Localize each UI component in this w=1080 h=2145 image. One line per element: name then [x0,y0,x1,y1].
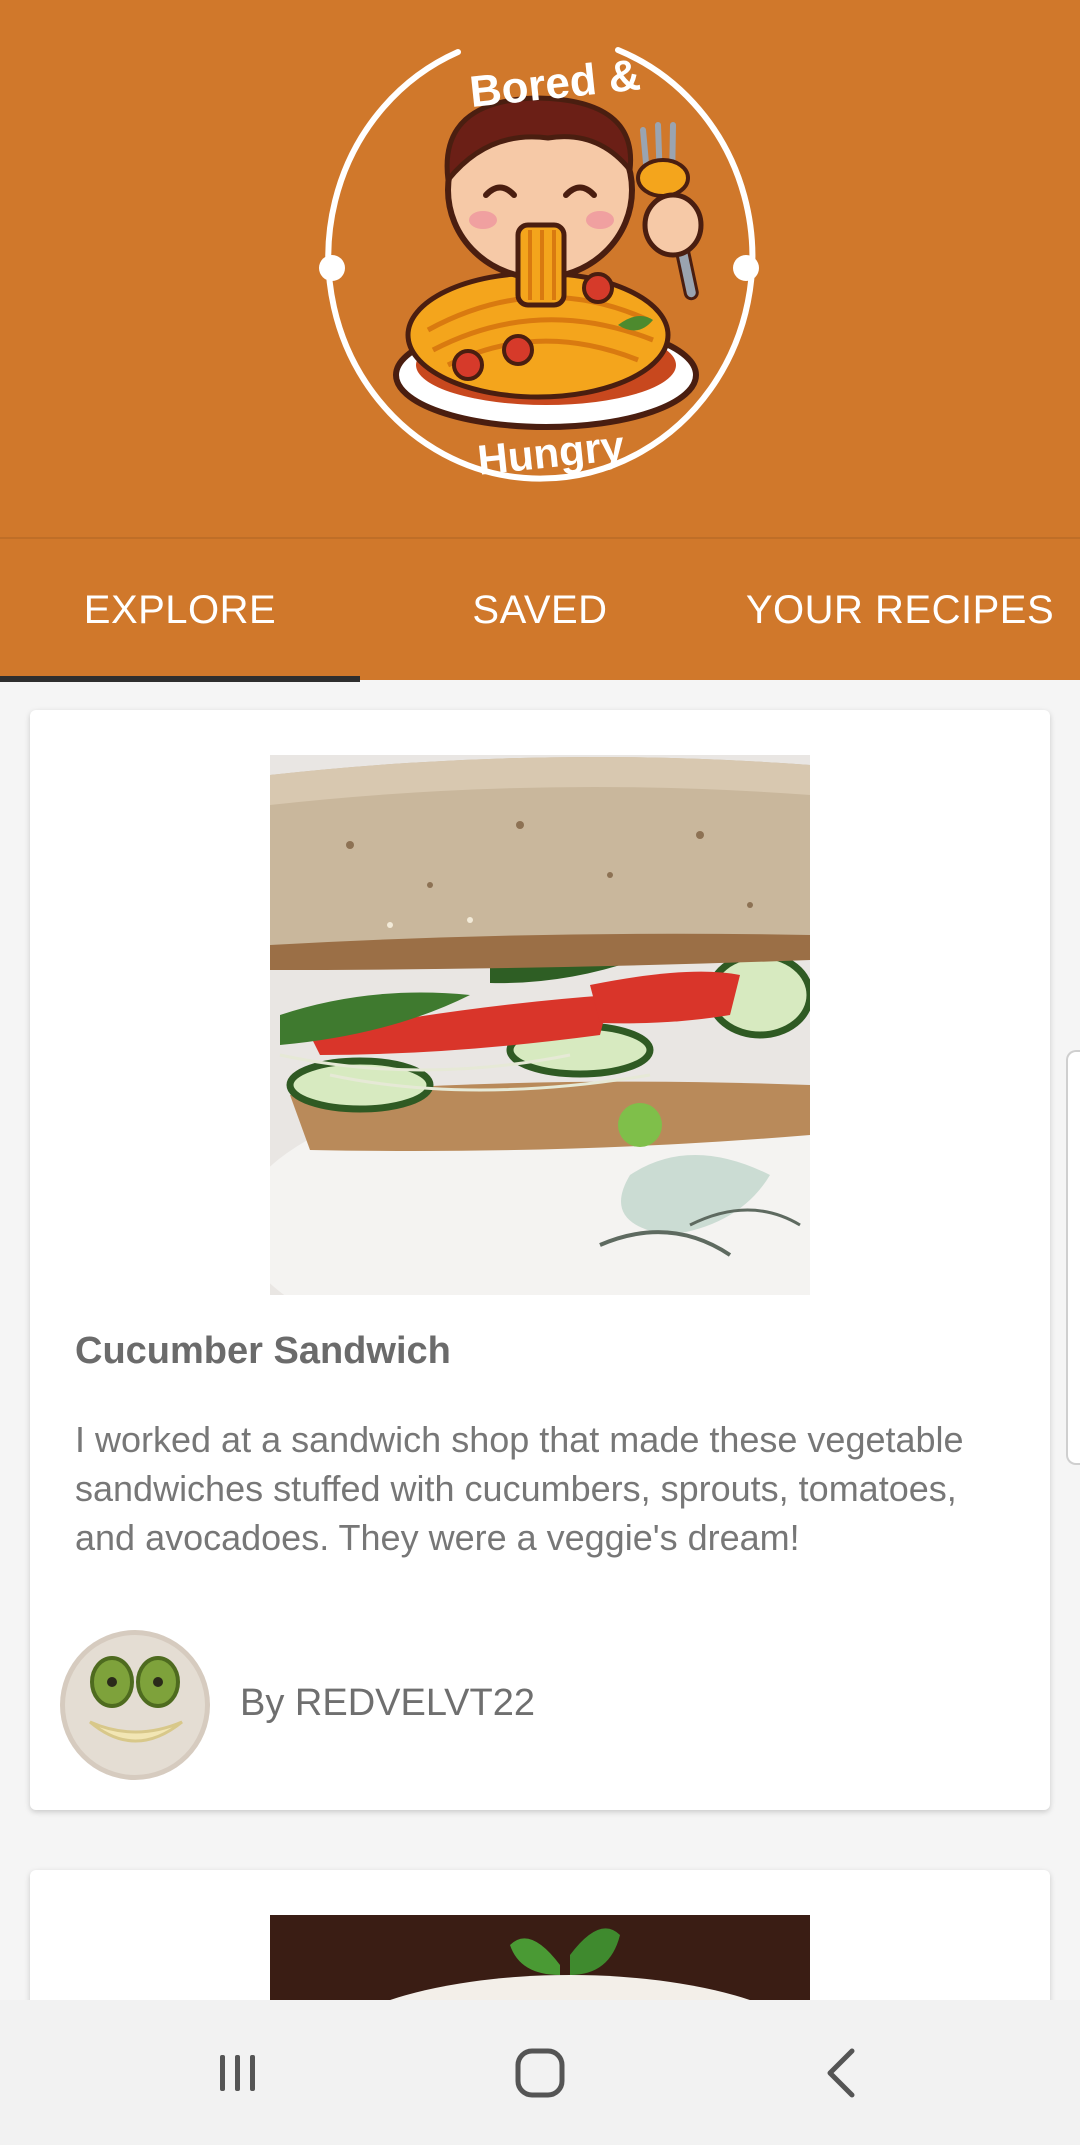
tab-bar: EXPLORE SAVED YOUR RECIPES [0,537,1080,682]
tab-explore-label: EXPLORE [83,588,277,632]
recipe-title: Cucumber Sandwich [75,1330,451,1372]
svg-text:Hungry: Hungry [475,422,627,484]
tab-saved-label: SAVED [472,588,608,632]
tab-explore[interactable]: EXPLORE [0,539,360,682]
back-icon [827,2048,855,2097]
recipe-author[interactable]: By REDVELVT22 [240,1682,535,1725]
recipe-card[interactable]: Cucumber Sandwich I worked at a sandwich… [30,710,1050,1810]
bored-hungry-logo-icon: Bored & Hungry [319,47,759,484]
app-header: Bored & Hungry [0,0,1080,537]
recipe-feed[interactable]: Cucumber Sandwich I worked at a sandwich… [0,680,1080,2000]
pasta-basil-photo-icon [270,1915,810,2000]
tab-your-recipes[interactable]: YOUR RECIPES [720,539,1080,682]
recipe-card[interactable] [30,1870,1050,2000]
back-button[interactable] [752,2000,932,2145]
app-logo: Bored & Hungry [318,20,763,510]
sandwich-photo-icon [270,755,810,1295]
home-button[interactable] [450,2000,630,2145]
svg-text:Bored &: Bored & [467,50,642,117]
kiwi-smiley-avatar-icon [60,1630,210,1780]
system-nav-bar [0,2000,1080,2145]
recipe-image[interactable] [270,755,810,1295]
recipe-image[interactable] [270,1915,810,2000]
author-avatar[interactable] [60,1630,210,1780]
tab-saved[interactable]: SAVED [360,539,720,682]
home-icon [515,2048,565,2097]
edge-panel-handle[interactable] [1066,1050,1080,1465]
recipe-description: I worked at a sandwich shop that made th… [75,1419,964,1558]
tab-your-recipes-label: YOUR RECIPES [745,588,1055,632]
recent-apps-icon [220,2054,255,2091]
recent-apps-button[interactable] [148,2000,328,2145]
